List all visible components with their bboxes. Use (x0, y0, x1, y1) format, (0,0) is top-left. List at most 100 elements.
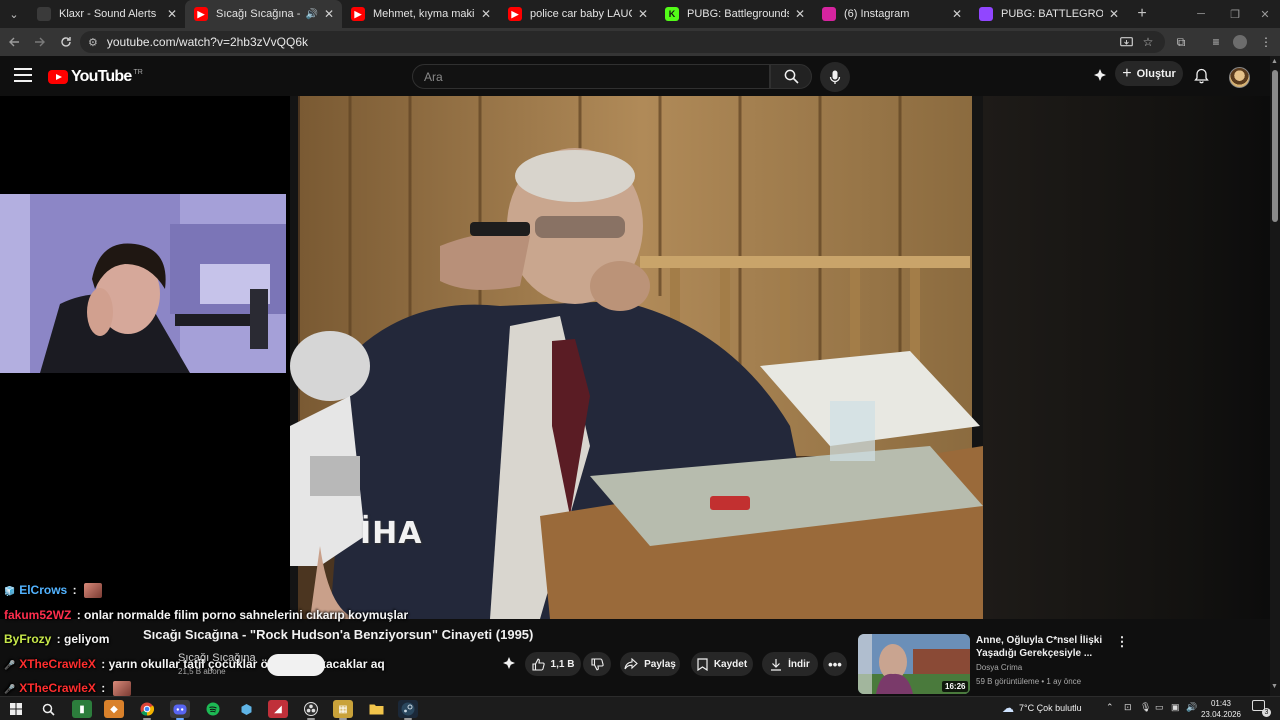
youtube-icon: ▶ (508, 7, 522, 21)
profile-icon[interactable] (1226, 28, 1254, 56)
bookmark-star-icon[interactable]: ☆ (1134, 28, 1162, 56)
share-button[interactable]: Paylaş (620, 652, 680, 676)
iha-watermark: İHA (360, 516, 423, 551)
chat-text: onlar normalde filim porno sahnelerini c… (84, 608, 409, 622)
thumbs-up-icon (531, 658, 545, 671)
search-button[interactable] (770, 64, 812, 89)
notifications-icon[interactable]: 3 (1252, 700, 1271, 717)
country-code: TR (133, 68, 143, 76)
account-avatar[interactable] (1229, 67, 1250, 88)
related-video-channel[interactable]: Dosya Crima (976, 663, 1022, 672)
app-red-icon[interactable]: ◢ (268, 700, 288, 718)
related-more-icon[interactable]: ⋮ (1115, 634, 1129, 650)
share-icon (624, 658, 638, 670)
close-tab-icon[interactable]: ✕ (1107, 7, 1121, 21)
browser-tab[interactable]: (6) Instagram ✕ (813, 0, 970, 28)
webcam-overlay (0, 194, 286, 373)
youtube-logo[interactable]: YouTube TR (48, 68, 143, 86)
close-tab-icon[interactable]: ✕ (479, 7, 493, 21)
browser-tab[interactable]: PUBG: BATTLEGROUNDS - Twitch ✕ (970, 0, 1127, 28)
reload-button[interactable] (54, 30, 78, 54)
notifications-bell-icon[interactable] (1191, 66, 1211, 86)
close-tab-icon[interactable]: ✕ (793, 7, 807, 21)
related-video-item[interactable]: 16:26 Anne, Oğluyla C*nsel İlişki Yaşadı… (858, 634, 1138, 694)
like-button[interactable]: 1,1 B (525, 652, 581, 676)
spotify-icon[interactable] (203, 700, 223, 718)
system-clock[interactable]: 01:43 23.04.2026 (1198, 698, 1244, 720)
guide-menu-icon[interactable] (14, 68, 32, 82)
search-input[interactable]: Ara (412, 64, 770, 89)
address-bar[interactable]: ⚙ youtube.com/watch?v=2hb3zVvQQ6k (80, 31, 1165, 53)
discord-icon[interactable] (170, 700, 190, 720)
ask-sparkle-icon[interactable] (501, 656, 517, 677)
subscribe-button[interactable] (267, 654, 325, 676)
browser-tab[interactable]: K PUBG: Battlegrounds Streaming ✕ (656, 0, 813, 28)
close-tab-icon[interactable]: ✕ (322, 7, 336, 21)
more-actions-button[interactable]: ••• (823, 652, 847, 676)
chat-username: XTheCrawleX (19, 681, 96, 695)
webcam-feed-image (0, 194, 286, 373)
steam-icon[interactable] (398, 700, 418, 720)
site-info-icon[interactable]: ⚙ (88, 36, 98, 49)
plus-icon: + (1122, 64, 1132, 82)
download-button[interactable]: İndir (762, 652, 818, 676)
network-icon[interactable]: ▣ (1171, 702, 1180, 713)
tab-audio-icon[interactable]: 🔊 (306, 9, 318, 20)
tab-title: PUBG: BATTLEGROUNDS - Twitch (1001, 8, 1103, 20)
file-explorer-icon[interactable] (366, 700, 386, 718)
browser-tab[interactable]: Klaxr - Sound Alerts ✕ (28, 0, 185, 28)
show-hidden-icons-chevron-icon[interactable]: ⌃ (1106, 702, 1114, 713)
back-button[interactable] (2, 30, 26, 54)
brave-icon[interactable]: ◆ (104, 700, 124, 718)
new-tab-button[interactable]: + (1127, 0, 1157, 28)
related-video-thumbnail[interactable]: 16:26 (858, 634, 970, 694)
chat-message: ByFrozy : geliyom (4, 632, 110, 646)
youtube-masthead: YouTube TR Ara + Oluştur (0, 56, 1270, 96)
scrollbar-thumb[interactable] (1272, 70, 1278, 222)
browser-tab[interactable]: ▶ Sıcağı Sıcağına - "Rock Hudson'a Benziy… (185, 0, 342, 28)
close-tab-icon[interactable]: ✕ (950, 7, 964, 21)
instagram-icon (822, 7, 836, 21)
extensions-icon[interactable]: ⧉ (1167, 28, 1195, 56)
create-button[interactable]: + Oluştur (1115, 61, 1183, 86)
pubg-icon[interactable]: ▦ (333, 700, 353, 720)
close-tab-icon[interactable]: ✕ (165, 7, 179, 21)
browser-tab[interactable]: ▶ police car baby LAUGH - YouTube ✕ (499, 0, 656, 28)
chat-message: 🧊 ElCrows : (4, 583, 102, 599)
mic-tray-icon[interactable]: 🎙 (1140, 702, 1151, 713)
page-scrollbar[interactable]: ▲ ▼ (1270, 56, 1280, 696)
browser-toolbar: ⚙ youtube.com/watch?v=2hb3zVvQQ6k (0, 28, 1280, 56)
dislike-button[interactable] (583, 652, 611, 676)
related-video-title[interactable]: Anne, Oğluyla C*nsel İlişki Yaşadığı Ger… (976, 634, 1104, 660)
close-window-button[interactable]: ✕ (1248, 0, 1280, 28)
channel-name[interactable]: Sıcağı Sıcağına (178, 652, 256, 664)
save-button[interactable]: Kaydet (691, 652, 753, 676)
ai-sparkle-icon[interactable] (1091, 67, 1109, 85)
close-tab-icon[interactable]: ✕ (636, 7, 650, 21)
minimize-window-button[interactable]: ─ (1184, 0, 1218, 28)
chat-badge-icon: 🎤 (4, 660, 16, 670)
start-windows-icon[interactable] (6, 700, 26, 718)
like-count: 1,1 B (550, 658, 575, 670)
tabs-container: Klaxr - Sound Alerts ✕ ▶ Sıcağı Sıcağına - … (28, 0, 1127, 28)
weather-widget[interactable]: ☁ 7°C Çok bulutlu (1002, 701, 1082, 715)
volume-icon[interactable]: 🔊 (1186, 702, 1197, 713)
tab-search-button[interactable]: ⌄ (0, 0, 28, 28)
forward-button[interactable] (28, 30, 52, 54)
search-icon[interactable] (38, 700, 58, 718)
tab-title: Klaxr - Sound Alerts (59, 8, 157, 20)
app-cube-icon[interactable] (236, 700, 256, 718)
chrome-icon[interactable] (137, 700, 157, 720)
restore-window-button[interactable]: ❐ (1218, 0, 1252, 28)
tab-title: Sıcağı Sıcağına - "Rock Hudson'a Benziyo… (216, 8, 303, 20)
app-green-icon[interactable]: ▮ (72, 700, 92, 718)
browser-menu-icon[interactable]: ⋮ (1252, 28, 1280, 56)
chat-emote (112, 681, 131, 697)
search-icon (784, 69, 799, 84)
voice-search-button[interactable] (820, 62, 850, 92)
browser-tab[interactable]: ▶ Mehmet, kıyma makinesi cinayeti ✕ (342, 0, 499, 28)
video-frame[interactable]: İHA (290, 96, 983, 619)
usb-icon[interactable]: ⊡ (1124, 702, 1132, 713)
keyboard-icon[interactable]: ▭ (1155, 702, 1164, 713)
obs-icon[interactable] (301, 700, 321, 720)
